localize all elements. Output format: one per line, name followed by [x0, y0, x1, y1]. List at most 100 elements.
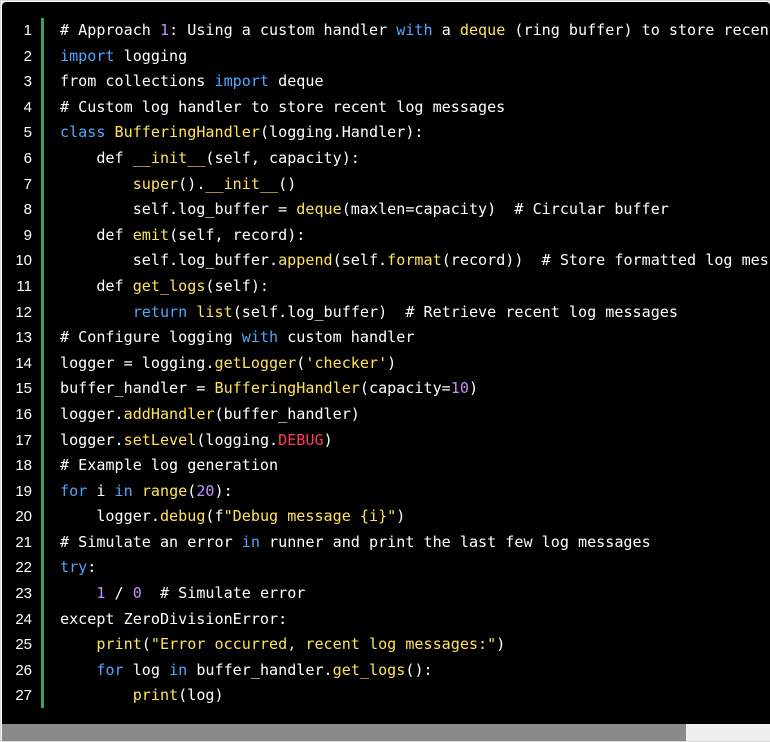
code-token: for: [96, 660, 124, 679]
code-line: buffer_handler = BufferingHandler(capaci…: [60, 376, 770, 402]
code-token: # Store formatted log message: [541, 251, 770, 270]
line-number: 24: [15, 610, 32, 628]
code-token: import: [60, 46, 115, 65]
code-token: self.log_buffer.: [60, 251, 279, 270]
code-token: with: [241, 328, 279, 347]
code-token: # Simulate an error: [60, 532, 242, 551]
code-token: # Custom log handler to store recent log…: [60, 97, 506, 116]
line-number: 16: [15, 405, 32, 423]
scrollbar-thumb[interactable]: [2, 724, 686, 741]
code-token: custom handler: [278, 328, 415, 347]
code-token: return: [132, 302, 188, 321]
code-line: print(log): [60, 683, 770, 709]
code-line: print("Error occurred, recent log messag…: [60, 632, 770, 658]
code-token: getLogger: [214, 353, 297, 372]
code-token: debug: [159, 507, 206, 526]
line-number: 25: [15, 636, 32, 654]
code-token: (: [187, 481, 197, 500]
code-token: runner and print the last few log messag…: [259, 532, 651, 551]
code-token: BufferingHandler: [214, 379, 360, 398]
code-token: (f: [205, 507, 224, 526]
line-number: 26: [15, 661, 32, 679]
code-token: print: [132, 686, 179, 705]
code-block-frame: 1 2 3 4 5 6 7 8 9 10 11 12 13 14 15 16 17 18 19 20 21 22 23 24 2…: [0, 0, 770, 742]
code-line: 1 / 0 # Simulate error: [60, 581, 770, 607]
code-token: append: [278, 251, 333, 270]
code-line: class BufferingHandler(logging.Handler):: [60, 120, 770, 146]
code-token: ): [323, 430, 333, 449]
code-lines: # Approach 1: Using a custom handler wit…: [60, 18, 770, 709]
line-number: 8: [23, 201, 32, 219]
code-token: (: [296, 353, 306, 372]
code-token: (buffer_handler): [214, 404, 360, 423]
line-number: 18: [15, 457, 32, 475]
code-token: buffer_handler =: [60, 379, 215, 398]
line-number: 10: [15, 252, 32, 270]
code-line: def __init__(self, capacity):: [60, 146, 770, 172]
code-line: # Approach 1: Using a custom handler wit…: [60, 18, 770, 44]
code-token: (log): [178, 686, 224, 705]
code-token: setLevel: [123, 430, 197, 449]
code-token: in: [169, 660, 188, 679]
code-line: except ZeroDivisionError:: [60, 607, 770, 633]
code-token: a: [432, 21, 460, 39]
code-token: (logging.: [196, 430, 279, 449]
code-token: deque: [296, 200, 342, 219]
code-token: addHandler: [123, 404, 215, 423]
code-token: ): [387, 353, 397, 372]
code-token: for: [60, 481, 88, 500]
gutter-accent-bar: [41, 18, 44, 708]
code-token: in: [114, 481, 133, 500]
code-line: def emit(self, record):: [60, 223, 770, 249]
code-token: def: [60, 225, 133, 244]
code-token: (logging.Handler):: [259, 123, 424, 142]
horizontal-scrollbar[interactable]: [2, 724, 770, 741]
code-token: log: [123, 660, 170, 679]
code-token: # Circular buffer: [514, 200, 669, 219]
line-number: 1: [23, 22, 32, 39]
code-token: list: [196, 302, 233, 321]
code-token: DEBUG: [278, 430, 324, 449]
code-token: ): [496, 635, 506, 654]
code-line: logger = logging.getLogger('checker'): [60, 351, 770, 377]
code-line: super().__init__(): [60, 172, 770, 198]
code-token: try: [60, 558, 88, 577]
line-number: 19: [15, 482, 32, 500]
code-token: (self, record):: [169, 225, 306, 244]
code-token: logger.: [60, 404, 124, 423]
code-token: # Configure logging: [60, 328, 242, 347]
code-token: super: [132, 174, 179, 193]
code-token: range: [141, 481, 188, 500]
code-line: # Custom log handler to store recent log…: [60, 95, 770, 121]
code-token: logger.: [60, 430, 124, 449]
code-token: ():: [405, 660, 433, 679]
code-token: def: [60, 276, 133, 295]
code-token: 20: [196, 481, 215, 500]
line-number: 4: [23, 98, 32, 116]
code-token: ().: [178, 174, 206, 193]
code-token: buffer_handler.: [187, 660, 333, 679]
code-token: /: [105, 584, 133, 603]
code-area[interactable]: 1 2 3 4 5 6 7 8 9 10 11 12 13 14 15 16 17 18 19 20 21 22 23 24 2…: [2, 2, 770, 724]
line-number: 11: [16, 277, 32, 295]
code-token: class: [60, 123, 106, 142]
code-token: ): [468, 379, 479, 398]
code-token: (: [141, 635, 151, 654]
code-token: deque: [269, 72, 324, 91]
line-number: 3: [23, 73, 32, 91]
code-token: except ZeroDivisionError:: [60, 609, 288, 628]
code-token: (capacity=: [359, 379, 451, 398]
code-line: try:: [60, 555, 770, 581]
code-line: import logging: [60, 44, 770, 70]
code-token: format: [387, 251, 442, 270]
code-token: (maxlen=capacity): [341, 200, 515, 219]
code-token: (self):: [205, 276, 270, 295]
code-token: in: [241, 532, 260, 551]
code-line: logger.debug(f"Debug message {i}"): [60, 504, 770, 530]
code-line: logger.addHandler(buffer_handler): [60, 402, 770, 428]
